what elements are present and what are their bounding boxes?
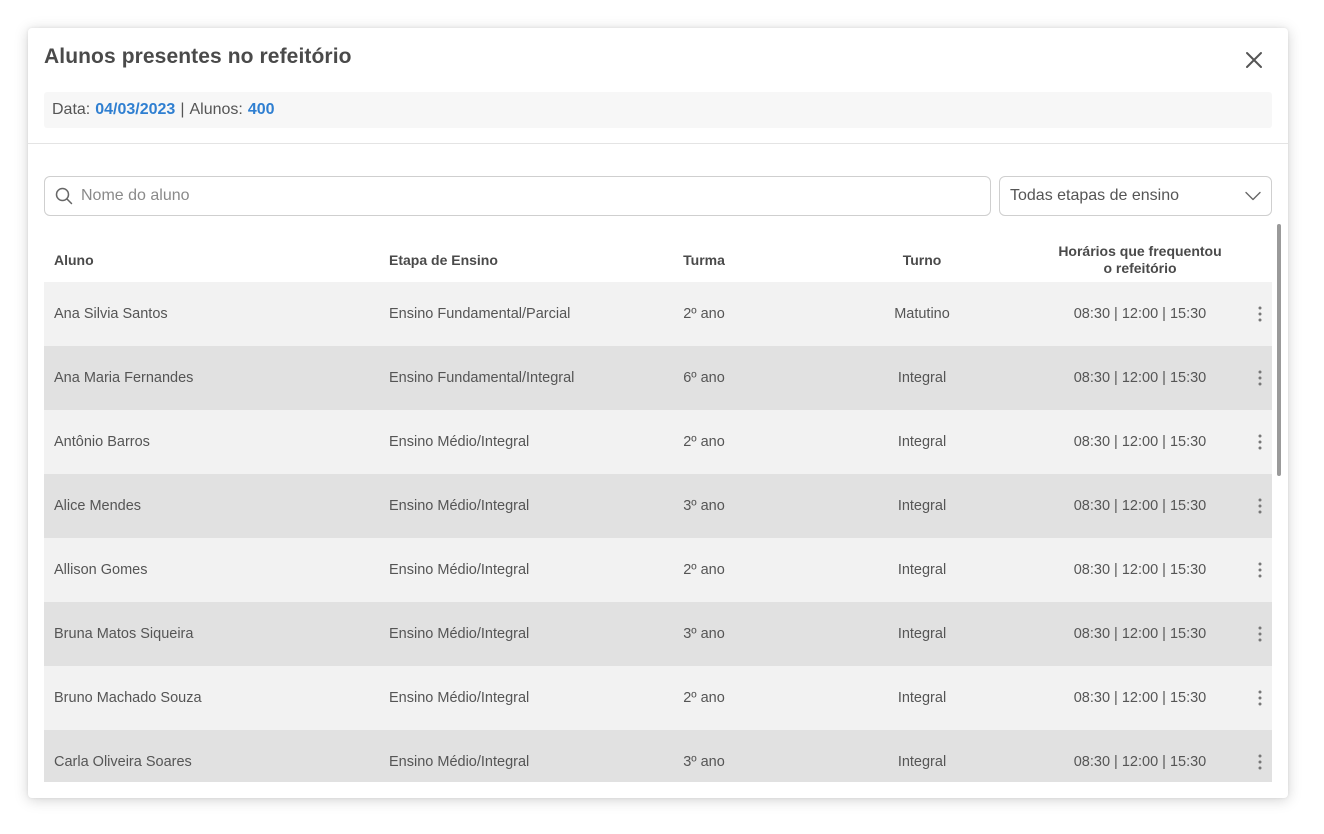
chevron-down-icon [1245,191,1261,201]
students-count: 400 [247,101,275,118]
table-row[interactable]: Ana Silvia Santos Ensino Fundamental/Par… [44,282,1272,346]
table-row[interactable]: Bruna Matos Siqueira Ensino Médio/Integr… [44,602,1272,666]
header-divider [28,143,1288,144]
column-header-times[interactable]: Horários que frequentou o refeitório [1044,238,1236,282]
student-name: Alice Mendes [54,498,142,514]
column-header-stage[interactable]: Etapa de Ensino [389,238,498,282]
student-stage: Ensino Médio/Integral [389,626,530,642]
date-label: Data: [52,101,91,118]
student-name: Bruno Machado Souza [54,690,202,706]
search-input[interactable] [81,187,961,205]
student-shift: Integral [897,498,947,514]
student-name: Ana Maria Fernandes [54,370,194,386]
student-name: Bruna Matos Siqueira [54,626,194,642]
student-shift: Integral [897,562,947,578]
student-shift: Integral [897,434,947,450]
student-shift: Matutino [894,306,950,322]
student-stage: Ensino Médio/Integral [389,754,530,770]
student-shift: Integral [897,370,947,386]
row-menu-button[interactable] [1250,366,1270,390]
scrollbar-thumb[interactable] [1277,224,1281,476]
table-scrollbar[interactable] [1276,224,1282,780]
search-field[interactable] [44,176,991,216]
table-row[interactable]: Carla Oliveira Soares Ensino Médio/Integ… [44,730,1272,782]
student-class: 2º ano [683,434,725,450]
student-name: Carla Oliveira Soares [54,754,192,770]
row-menu-button[interactable] [1250,558,1270,582]
row-menu-button[interactable] [1250,430,1270,454]
students-label: Alunos: [189,101,243,118]
table-header: Aluno Etapa de Ensino Turma Turno Horári… [44,238,1272,282]
table-row[interactable]: Antônio Barros Ensino Médio/Integral 2º … [44,410,1272,474]
row-menu-button[interactable] [1250,686,1270,710]
student-times: 08:30 | 12:00 | 15:30 [1073,754,1207,770]
more-vertical-icon [1258,562,1262,578]
more-vertical-icon [1258,434,1262,450]
student-times: 08:30 | 12:00 | 15:30 [1073,626,1207,642]
table-row[interactable]: Ana Maria Fernandes Ensino Fundamental/I… [44,346,1272,410]
student-times: 08:30 | 12:00 | 15:30 [1073,370,1207,386]
close-icon [1246,52,1262,68]
attendance-modal: Alunos presentes no refeitório Data: 04/… [28,28,1288,798]
student-times: 08:30 | 12:00 | 15:30 [1073,306,1207,322]
more-vertical-icon [1258,626,1262,642]
student-class: 3º ano [683,626,725,642]
student-stage: Ensino Médio/Integral [389,562,530,578]
stage-select-value: Todas etapas de ensino [1010,187,1180,204]
column-header-shift[interactable]: Turno [872,238,972,282]
student-stage: Ensino Médio/Integral [389,434,530,450]
student-stage: Ensino Fundamental/Integral [389,370,575,386]
close-button[interactable] [1242,48,1266,72]
column-header-times-line1: Horários que frequentou [1058,243,1222,259]
student-name: Antônio Barros [54,434,150,450]
student-class: 6º ano [683,370,725,386]
student-class: 2º ano [683,690,725,706]
table-row[interactable]: Allison Gomes Ensino Médio/Integral 2º a… [44,538,1272,602]
student-stage: Ensino Fundamental/Parcial [389,306,571,322]
student-times: 08:30 | 12:00 | 15:30 [1073,562,1207,578]
row-menu-button[interactable] [1250,750,1270,774]
stage-select[interactable]: Todas etapas de ensino [999,176,1272,216]
student-shift: Integral [897,690,947,706]
more-vertical-icon [1258,306,1262,322]
student-shift: Integral [897,754,947,770]
student-stage: Ensino Médio/Integral [389,690,530,706]
column-header-times-line2: o refeitório [1103,260,1177,276]
column-header-student[interactable]: Aluno [54,238,94,282]
modal-title: Alunos presentes no refeitório [44,45,352,68]
student-times: 08:30 | 12:00 | 15:30 [1073,498,1207,514]
more-vertical-icon [1258,498,1262,514]
student-times: 08:30 | 12:00 | 15:30 [1073,690,1207,706]
summary-bar: Data: 04/03/2023 | Alunos: 400 [44,92,1272,128]
date-value: 04/03/2023 [95,101,176,118]
table-row[interactable]: Bruno Machado Souza Ensino Médio/Integra… [44,666,1272,730]
table-body[interactable]: Ana Silvia Santos Ensino Fundamental/Par… [44,282,1272,782]
row-menu-button[interactable] [1250,494,1270,518]
student-class: 3º ano [683,754,725,770]
student-times: 08:30 | 12:00 | 15:30 [1073,434,1207,450]
student-class: 2º ano [683,306,725,322]
student-class: 2º ano [683,562,725,578]
row-menu-button[interactable] [1250,302,1270,326]
student-shift: Integral [897,626,947,642]
more-vertical-icon [1258,690,1262,706]
column-header-class[interactable]: Turma [654,238,754,282]
row-menu-button[interactable] [1250,622,1270,646]
more-vertical-icon [1258,754,1262,770]
search-icon [55,187,73,205]
table-row[interactable]: Alice Mendes Ensino Médio/Integral 3º an… [44,474,1272,538]
more-vertical-icon [1258,370,1262,386]
student-name: Ana Silvia Santos [54,306,168,322]
student-stage: Ensino Médio/Integral [389,498,530,514]
student-class: 3º ano [683,498,725,514]
summary-separator: | [180,101,185,118]
student-name: Allison Gomes [54,562,148,578]
